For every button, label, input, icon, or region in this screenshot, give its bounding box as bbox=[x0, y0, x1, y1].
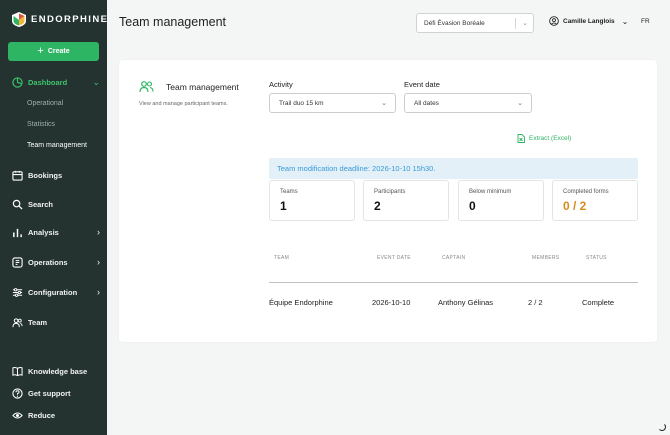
excel-file-icon bbox=[517, 134, 525, 143]
stat-below-minimum: Below minimum 0 bbox=[458, 180, 544, 221]
sidebar-item-analysis[interactable]: Analysis › bbox=[12, 224, 100, 240]
book-icon bbox=[12, 366, 23, 376]
column-header-team[interactable]: TEAM bbox=[274, 255, 289, 261]
stat-teams: Teams 1 bbox=[269, 180, 355, 221]
chevron-right-icon: › bbox=[97, 227, 100, 237]
language-switch[interactable]: FR bbox=[641, 18, 650, 25]
sidebar-item-label: Dashboard bbox=[28, 77, 68, 87]
sidebar-item-label: Search bbox=[28, 199, 54, 209]
stat-completed-forms: Completed forms 0 / 2 bbox=[552, 180, 638, 221]
sidebar-item-reduce[interactable]: Reduce bbox=[12, 407, 100, 423]
event-date-select-value: All dates bbox=[414, 99, 439, 107]
chevron-down-icon: ⌄ bbox=[517, 100, 523, 107]
bar-chart-icon bbox=[13, 228, 22, 237]
cell-team[interactable]: Équipe Endorphine bbox=[269, 298, 333, 307]
chevron-right-icon: › bbox=[97, 257, 100, 267]
calendar-icon bbox=[12, 170, 23, 181]
sidebar: ENDORPHINE + Create Dashboard ⌄ Operatio… bbox=[0, 0, 107, 435]
help-icon bbox=[12, 387, 23, 399]
sidebar-item-team[interactable]: Team bbox=[12, 314, 100, 330]
create-label: Create bbox=[47, 48, 70, 55]
sidebar-item-label: Get support bbox=[28, 388, 71, 398]
sidebar-item-operations[interactable]: Operations › bbox=[12, 254, 100, 270]
stat-label: Completed forms bbox=[563, 189, 609, 195]
sidebar-subitem-statistics[interactable]: Statistics bbox=[27, 121, 55, 128]
sidebar-item-bookings[interactable]: Bookings bbox=[12, 167, 100, 183]
deadline-notice: Team modification deadline: 2026-10-10 1… bbox=[269, 158, 638, 179]
stat-value: 2 bbox=[374, 199, 381, 213]
sidebar-subitem-operational[interactable]: Operational bbox=[27, 100, 63, 107]
stat-value: 1 bbox=[280, 199, 287, 213]
create-button[interactable]: + Create bbox=[8, 42, 99, 61]
sidebar-item-label: Bookings bbox=[28, 170, 63, 180]
event-date-label: Event date bbox=[404, 80, 440, 89]
cell-captain: Anthony Gélinas bbox=[438, 298, 494, 307]
chevron-down-icon: ⌄ bbox=[621, 16, 629, 26]
team-icon bbox=[12, 317, 23, 327]
sidebar-item-dashboard[interactable]: Dashboard ⌄ bbox=[12, 74, 100, 90]
user-menu[interactable]: Camille Langlois ⌄ bbox=[549, 16, 628, 26]
team-management-card: Team management View and manage particip… bbox=[119, 60, 657, 342]
sidebar-item-get-support[interactable]: Get support bbox=[12, 385, 100, 401]
card-description: View and manage participant teams. bbox=[139, 101, 228, 107]
sidebar-item-label: Analysis bbox=[28, 227, 59, 237]
loading-spinner-icon bbox=[658, 423, 666, 431]
sidebar-item-label: Operations bbox=[28, 257, 68, 267]
event-date-select[interactable]: All dates ⌄ bbox=[404, 93, 532, 113]
eye-icon bbox=[12, 411, 23, 419]
user-name: Camille Langlois bbox=[563, 17, 615, 25]
page-title: Team management bbox=[119, 15, 227, 29]
sidebar-item-label: Reduce bbox=[28, 410, 56, 420]
sidebar-subitem-team-management[interactable]: Team management bbox=[27, 142, 87, 149]
search-icon bbox=[12, 199, 23, 210]
column-header-captain[interactable]: CAPTAIN bbox=[442, 255, 465, 261]
extract-excel-button[interactable]: Extract (Excel) bbox=[517, 134, 571, 143]
event-select-value: Défi Évasion Boréale bbox=[424, 19, 485, 27]
stat-label: Below minimum bbox=[469, 189, 512, 195]
extract-label: Extract (Excel) bbox=[529, 135, 572, 142]
stat-participants: Participants 2 bbox=[363, 180, 449, 221]
chevron-right-icon: › bbox=[97, 287, 100, 297]
stat-value: 0 / 2 bbox=[563, 199, 587, 213]
column-header-members[interactable]: MEMBERS bbox=[532, 255, 559, 261]
event-select[interactable]: Défi Évasion Boréale ⌄ bbox=[416, 13, 534, 33]
activity-select[interactable]: Trail duo 15 km ⌄ bbox=[269, 93, 396, 113]
plus-icon: + bbox=[37, 45, 44, 57]
endorphine-logo-icon bbox=[12, 12, 26, 27]
sidebar-item-search[interactable]: Search bbox=[12, 196, 100, 212]
column-header-status[interactable]: STATUS bbox=[586, 255, 607, 261]
chevron-down-icon: ⌄ bbox=[92, 76, 100, 87]
chevron-down-icon: ⌄ bbox=[381, 100, 387, 107]
cell-status: Complete bbox=[582, 298, 615, 307]
sidebar-item-configuration[interactable]: Configuration › bbox=[12, 284, 100, 300]
activity-label: Activity bbox=[269, 80, 293, 89]
brand-name: ENDORPHINE bbox=[31, 14, 109, 25]
sidebar-item-label: Knowledge base bbox=[28, 366, 88, 376]
stat-value: 0 bbox=[469, 199, 476, 213]
select-divider bbox=[515, 18, 516, 29]
activity-select-value: Trail duo 15 km bbox=[279, 99, 324, 107]
chevron-down-icon: ⌄ bbox=[522, 20, 528, 27]
sliders-icon bbox=[12, 287, 23, 297]
dashboard-icon bbox=[12, 76, 23, 88]
card-title: Team management bbox=[166, 82, 239, 92]
sidebar-item-label: Team bbox=[28, 317, 48, 327]
stat-label: Teams bbox=[280, 189, 298, 195]
team-icon bbox=[139, 81, 154, 93]
sidebar-item-label: Configuration bbox=[28, 287, 78, 297]
column-header-event-date[interactable]: EVENT DATE bbox=[377, 255, 411, 261]
table-header-divider bbox=[269, 282, 638, 283]
cell-event-date: 2026-10-10 bbox=[372, 298, 411, 307]
operations-icon bbox=[12, 256, 23, 268]
cell-members: 2 / 2 bbox=[528, 298, 543, 307]
brand-logo[interactable]: ENDORPHINE bbox=[12, 12, 108, 27]
stat-label: Participants bbox=[374, 189, 406, 195]
user-avatar-icon bbox=[549, 16, 559, 26]
sidebar-item-knowledge-base[interactable]: Knowledge base bbox=[12, 363, 100, 379]
